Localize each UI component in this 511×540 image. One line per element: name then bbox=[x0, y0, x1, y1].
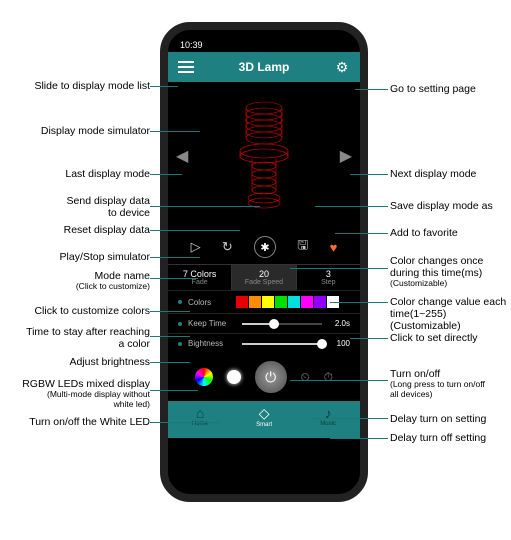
status-time: 10:39 bbox=[180, 40, 203, 50]
display-mode-simulator: ◀ ▶ bbox=[168, 82, 360, 230]
fade-speed-cell[interactable]: 20 Fade Speed bbox=[232, 265, 296, 290]
nav-music[interactable]: ♪ Music bbox=[320, 405, 336, 428]
callout: Delay turn off setting bbox=[390, 432, 486, 444]
callout: Last display mode bbox=[3, 168, 150, 180]
callout: Delay turn on setting bbox=[390, 413, 486, 425]
callout: Slide to display mode list bbox=[3, 80, 150, 92]
callout: Click to customize colors bbox=[3, 305, 150, 317]
color-swatch[interactable] bbox=[236, 296, 248, 308]
callout: Adjust brightness bbox=[3, 356, 150, 368]
nav-smart[interactable]: ◇ Smart bbox=[256, 405, 272, 428]
smart-icon: ◇ bbox=[256, 405, 272, 422]
keep-time-value[interactable]: 2.0s bbox=[328, 319, 350, 328]
white-led-toggle[interactable] bbox=[227, 370, 241, 384]
favorite-button[interactable]: ♥ bbox=[330, 240, 338, 255]
callout: Save display mode as bbox=[390, 200, 493, 212]
menu-icon[interactable] bbox=[178, 59, 194, 75]
brightness-label: Bightness bbox=[188, 339, 236, 348]
brightness-value[interactable]: 100 bbox=[328, 339, 350, 348]
nav-home[interactable]: ⌂ Home bbox=[192, 405, 208, 428]
colors-label: Colors bbox=[188, 298, 236, 307]
next-mode-button[interactable]: ▶ bbox=[340, 146, 352, 166]
home-icon: ⌂ bbox=[192, 405, 208, 421]
power-button[interactable]: ⏻ bbox=[255, 361, 287, 393]
keep-time-row: Keep Time 2.0s bbox=[168, 313, 360, 333]
play-stop-button[interactable]: ▷ bbox=[191, 239, 201, 255]
color-swatch[interactable] bbox=[275, 296, 287, 308]
callout: Display mode simulator bbox=[3, 125, 150, 137]
nav-bar: ⌂ Home ◇ Smart ♪ Music bbox=[168, 401, 360, 438]
app-header: 3D Lamp ⚙ bbox=[168, 52, 360, 82]
color-swatch[interactable] bbox=[288, 296, 300, 308]
page-title: 3D Lamp bbox=[239, 60, 290, 74]
reset-button[interactable]: ↻ bbox=[222, 239, 233, 255]
callout: Click to set directly bbox=[390, 332, 478, 344]
callout: Color change value eachtime(1~255)(Custo… bbox=[390, 296, 511, 332]
callout: Play/Stop simulator bbox=[3, 251, 150, 263]
color-swatch[interactable] bbox=[249, 296, 261, 308]
callout: Mode name(Click to customize) bbox=[3, 270, 150, 292]
callout: Turn on/off the White LED bbox=[3, 416, 150, 428]
color-swatch[interactable] bbox=[301, 296, 313, 308]
brightness-slider[interactable] bbox=[242, 343, 322, 345]
keep-time-slider[interactable] bbox=[242, 323, 322, 325]
callout: Go to setting page bbox=[390, 83, 476, 95]
callout: Reset display data bbox=[3, 224, 150, 236]
save-as-button[interactable]: 🖫 bbox=[297, 236, 308, 258]
callout: Turn on/off(Long press to turn on/off al… bbox=[390, 368, 485, 400]
delay-off-button[interactable]: ⏱ bbox=[324, 370, 333, 385]
lamp-preview bbox=[229, 96, 299, 216]
callout: Color changes onceduring this time(ms)(C… bbox=[390, 255, 483, 289]
send-bluetooth-button[interactable]: ✱ bbox=[254, 236, 276, 258]
control-bar: ▷ ↻ ✱ 🖫 ♥ bbox=[168, 230, 360, 264]
brightness-row: Bightness 100 bbox=[168, 333, 360, 353]
callout: Send display datato device bbox=[3, 195, 150, 219]
color-swatch[interactable] bbox=[262, 296, 274, 308]
callout: Next display mode bbox=[390, 168, 476, 180]
callout: RGBW LEDs mixed display(Multi-mode displ… bbox=[3, 378, 150, 410]
rgbw-toggle[interactable] bbox=[195, 368, 213, 386]
callout: Add to favorite bbox=[390, 227, 458, 239]
gear-icon[interactable]: ⚙ bbox=[334, 59, 350, 75]
keep-time-label: Keep Time bbox=[188, 319, 236, 328]
color-swatches[interactable] bbox=[236, 296, 339, 308]
prev-mode-button[interactable]: ◀ bbox=[176, 146, 188, 166]
callout: Time to stay after reachinga color bbox=[3, 326, 150, 350]
delay-on-button[interactable]: ⏲ bbox=[300, 370, 309, 385]
color-swatch[interactable] bbox=[314, 296, 326, 308]
